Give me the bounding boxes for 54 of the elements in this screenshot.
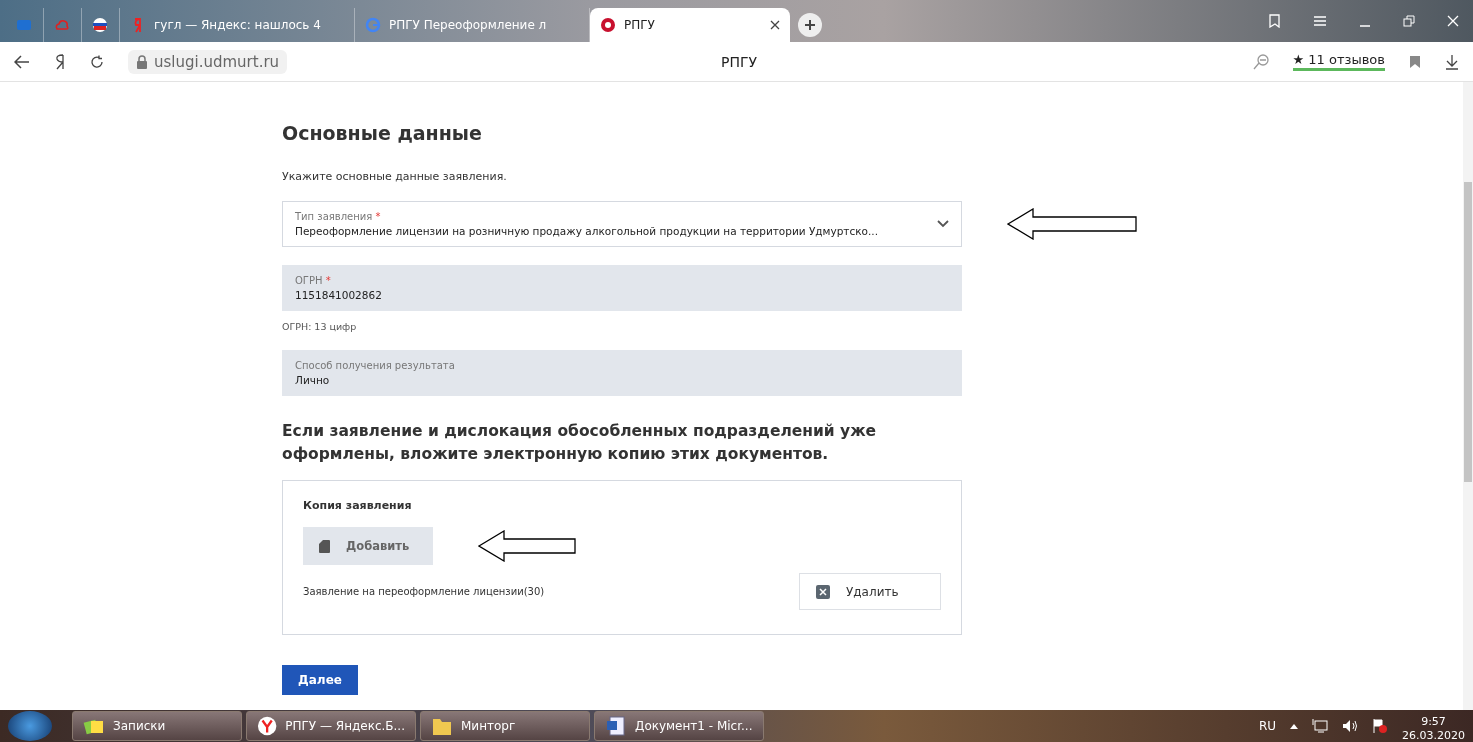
file-name: Заявление на переоформление лицензии(30)	[303, 586, 545, 597]
bookmarks-icon[interactable]	[1267, 14, 1281, 28]
start-button[interactable]	[8, 711, 52, 741]
dropdown-field[interactable]: Тип заявления * Переоформление лицензии на розничную продажу алкогольной продукции на территории Удмуртско...	[282, 201, 962, 247]
menu-icon[interactable]	[1313, 15, 1327, 27]
lock-icon	[136, 54, 148, 69]
caret-up-icon[interactable]	[1290, 723, 1298, 729]
field-hint: ОГРН: 13 цифр	[282, 321, 358, 332]
chevron-down-icon	[937, 220, 949, 228]
left-arrow-icon	[478, 530, 576, 562]
network-icon[interactable]	[1312, 719, 1328, 733]
section-title: Основные данные	[282, 122, 483, 144]
scrollbar[interactable]	[1463, 82, 1473, 710]
page-title: РПГУ	[721, 53, 759, 70]
close-icon	[816, 584, 830, 599]
new-tab-button[interactable]	[798, 13, 822, 37]
language-indicator[interactable]: RU	[1258, 719, 1276, 733]
plus-icon	[804, 19, 816, 31]
site-logo-icon	[600, 17, 616, 33]
speaker-icon[interactable]	[1342, 719, 1358, 733]
close-icon[interactable]	[770, 20, 780, 30]
taskbar-item[interactable]: Записки	[72, 711, 242, 741]
delete-button[interactable]: Удалить	[799, 573, 941, 610]
next-button[interactable]: Далее	[282, 665, 358, 695]
address-field[interactable]: uslugi.udmurt.ru	[128, 49, 288, 74]
file-icon	[319, 539, 330, 553]
taskbar-item[interactable]: Минторг	[420, 711, 590, 741]
download-icon[interactable]	[1445, 53, 1459, 70]
back-arrow-icon[interactable]	[14, 54, 30, 69]
cloud-icon	[54, 17, 70, 33]
zoom-out-icon[interactable]	[1252, 53, 1269, 70]
left-arrow-icon	[1007, 208, 1137, 240]
upload-heading: Если заявление и дислокация обособленных подразделений уже оформлены, вложите электронную копию этих документов.	[282, 421, 878, 465]
browser-tab[interactable]: РПГУ	[590, 8, 790, 42]
reload-icon[interactable]	[90, 54, 104, 69]
ya-logo-icon[interactable]	[54, 53, 66, 70]
flag-icon[interactable]	[1372, 718, 1388, 734]
reviews-link[interactable]: ★ 11 отзывов	[1292, 52, 1385, 71]
flag-icon	[92, 17, 108, 33]
section-subtitle: Укажите основные данные заявления.	[282, 170, 508, 183]
taskbar-item[interactable]: Документ1 - Micr...	[594, 711, 764, 741]
bookmark-icon[interactable]	[1409, 54, 1421, 69]
restore-icon[interactable]	[1403, 15, 1415, 27]
taskbar-item[interactable]: РПГУ — Яндекс.Б...	[246, 711, 416, 741]
clock-time: 9:57	[1421, 715, 1446, 729]
yandex-icon	[257, 715, 278, 737]
mail-icon	[16, 17, 32, 33]
g-logo-icon	[365, 17, 381, 33]
card-title: Копия заявления	[303, 499, 413, 512]
clock-date: 26.03.2020	[1402, 729, 1465, 742]
readonly-field[interactable]: ОГРН * 1151841002862	[282, 265, 962, 311]
word-icon	[605, 715, 627, 737]
readonly-field[interactable]: Способ получения результата Лично	[282, 350, 962, 396]
add-button[interactable]: Добавить	[303, 527, 433, 565]
